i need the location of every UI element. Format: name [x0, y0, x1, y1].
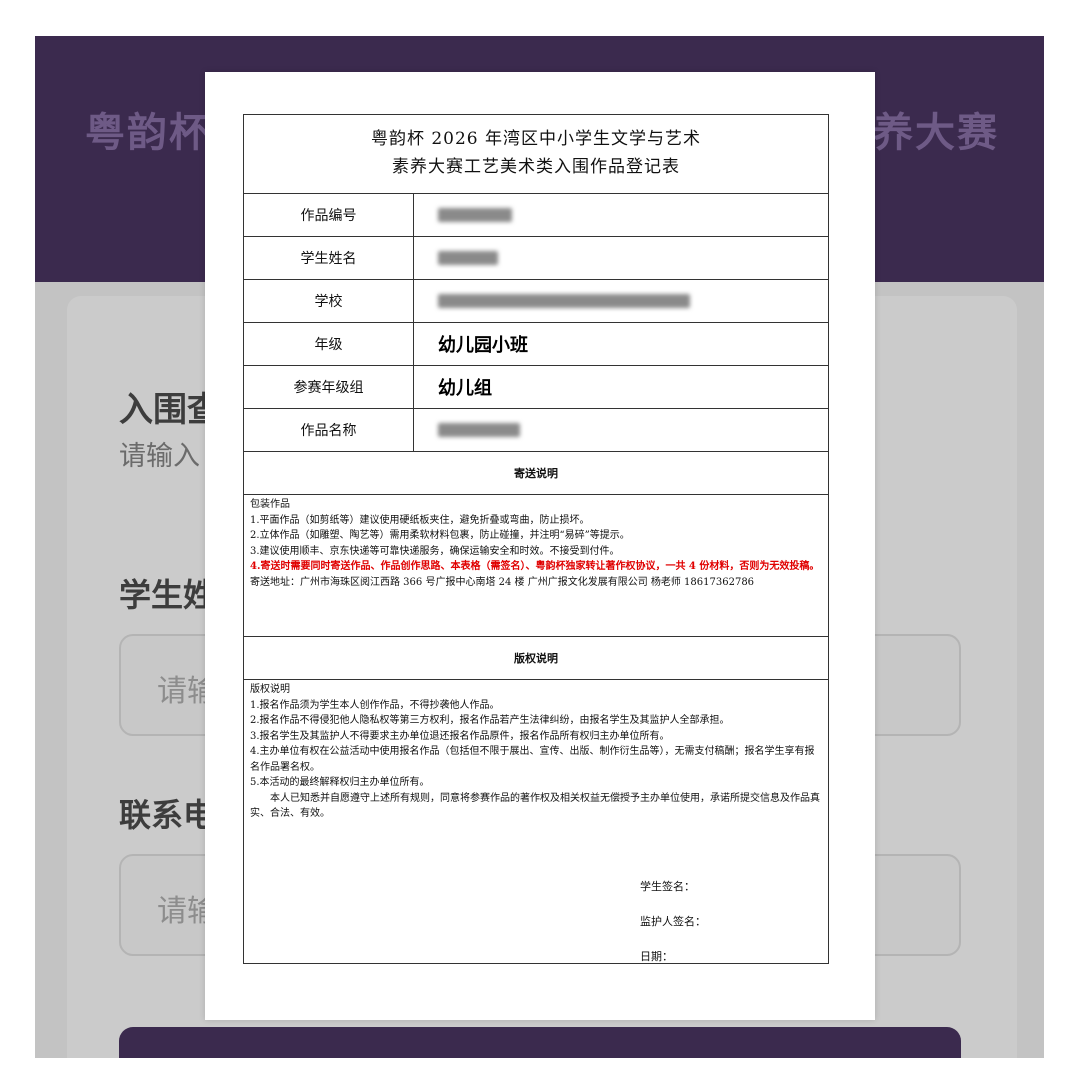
row-value-redacted [414, 409, 828, 451]
form-row: 作品名称 [244, 409, 828, 452]
form-title-line2: 素养大赛工艺美术类入围作品登记表 [392, 157, 680, 177]
row-value-redacted [414, 280, 828, 322]
row-label: 作品名称 [244, 409, 414, 451]
copyright-line: 1.报名作品须为学生本人创作作品，不得抄袭他人作品。 [250, 699, 500, 711]
shipping-text: 包装作品 1.平面作品（如剪纸等）建议使用硬纸板夹住，避免折叠或弯曲，防止损坏。… [244, 495, 828, 637]
form-row: 学校 [244, 280, 828, 323]
row-label: 学校 [244, 280, 414, 322]
page-title-left: 粤韵杯 [85, 110, 211, 156]
student-signature-label: 学生签名： [640, 880, 695, 893]
copyright-text: 版权说明 1.报名作品须为学生本人创作作品，不得抄袭他人作品。 2.报名作品不得… [244, 680, 828, 824]
shipping-line: 2.立体作品（如雕塑、陶艺等）需用柔软材料包裹，防止碰撞，并注明“易碎”等提示。 [250, 530, 630, 541]
redacted-value [438, 294, 690, 308]
redacted-value [438, 251, 498, 265]
form-row: 年级 幼儿园小班 [244, 323, 828, 366]
shipping-address: 寄送地址：广州市海珠区阅江西路 366 号广报中心南塔 24 楼 广州广报文化发… [250, 576, 755, 588]
shipping-line: 3.建议使用顺丰、京东快递等可靠快递服务，确保运输安全和时效。不接受到付件。 [250, 545, 620, 557]
copyright-heading: 版权说明 [244, 637, 828, 680]
date-label: 日期： [640, 950, 673, 963]
copyright-line: 2.报名作品不得侵犯他人隐私权等第三方权利，报名作品若产生法律纠纷，由报名学生及… [250, 715, 730, 726]
form-row: 作品编号 [244, 194, 828, 237]
row-label: 学生姓名 [244, 237, 414, 279]
student-name-label: 学生姓 [119, 576, 216, 614]
document-preview[interactable]: 粤韵杯 2026 年湾区中小学生文学与艺术 素养大赛工艺美术类入围作品登记表 作… [205, 72, 875, 1020]
shipping-heading: 寄送说明 [244, 452, 828, 495]
row-label: 参赛年级组 [244, 366, 414, 408]
query-button[interactable] [119, 1027, 961, 1058]
copyright-line: 4.主办单位有权在公益活动中使用报名作品（包括但不限于展出、宣传、出版、制作衍生… [250, 746, 815, 773]
group-value: 幼儿组 [438, 378, 492, 399]
row-label: 年级 [244, 323, 414, 365]
copyright-line: 5.本活动的最终解释权归主办单位所有。 [250, 777, 430, 788]
registration-form: 粤韵杯 2026 年湾区中小学生文学与艺术 素养大赛工艺美术类入围作品登记表 作… [243, 114, 829, 964]
row-value-redacted [414, 194, 828, 236]
shipping-warning: 4.寄送时需要同时寄送作品、作品创作思路、本表格（需签名）、粤韵杯独家转让著作权… [250, 561, 820, 572]
redacted-value [438, 423, 520, 437]
copyright-line: 版权说明 [250, 684, 290, 695]
phone-label: 联系电 [119, 796, 216, 834]
form-row: 学生姓名 [244, 237, 828, 280]
form-title: 粤韵杯 2026 年湾区中小学生文学与艺术 素养大赛工艺美术类入围作品登记表 [244, 115, 828, 194]
grade-value: 幼儿园小班 [438, 335, 528, 356]
copyright-line: 3.报名学生及其监护人不得要求主办单位退还报名作品原件，报名作品所有权归主办单位… [250, 730, 670, 742]
redacted-value [438, 208, 512, 222]
shipping-line: 包装作品 [250, 499, 290, 510]
row-label: 作品编号 [244, 194, 414, 236]
shipping-line: 1.平面作品（如剪纸等）建议使用硬纸板夹住，避免折叠或弯曲，防止损坏。 [250, 514, 590, 526]
form-row: 参赛年级组 幼儿组 [244, 366, 828, 409]
declaration: 本人已知悉并自愿遵守上述所有规则，同意将参赛作品的著作权及相关权益无偿授予主办单… [250, 792, 820, 820]
guardian-signature-label: 监护人签名： [640, 915, 706, 928]
form-title-line1: 粤韵杯 2026 年湾区中小学生文学与艺术 [370, 129, 702, 149]
page-title-right: 养大赛 [873, 110, 999, 156]
section-hint: 请输入 [119, 441, 200, 472]
row-value-redacted [414, 237, 828, 279]
